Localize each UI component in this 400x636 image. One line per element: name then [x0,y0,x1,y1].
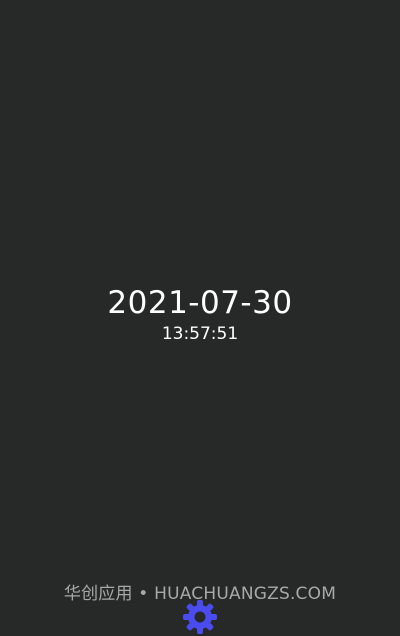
clock-screen: 2021-07-30 13:57:51 华创应用 • HUACHUANGZS.C… [0,0,400,634]
clock-display: 2021-07-30 13:57:51 [0,284,400,345]
time-text: 13:57:51 [161,324,239,344]
date-text: 2021-07-30 [107,285,293,321]
gear-icon [183,600,217,634]
settings-button[interactable] [181,598,219,636]
